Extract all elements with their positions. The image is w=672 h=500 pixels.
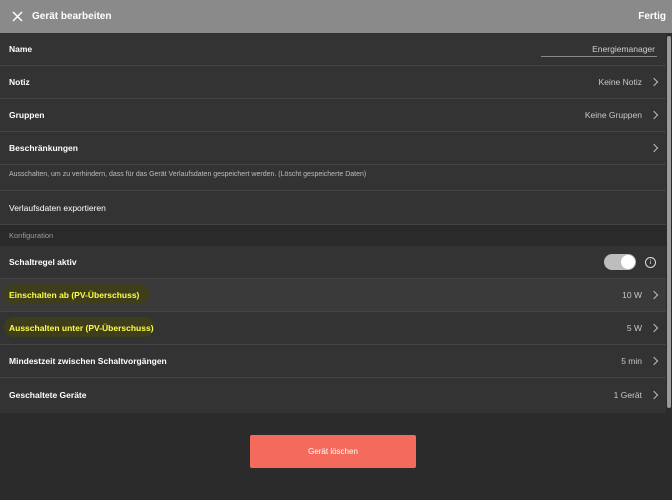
notiz-row[interactable]: Notiz Keine Notiz (0, 66, 666, 99)
chevron-right-icon (649, 290, 659, 300)
chevron-right-icon (649, 110, 659, 120)
schaltregel-label: Schaltregel aktiv (9, 257, 77, 267)
chevron-right-icon (649, 356, 659, 366)
info-icon[interactable]: i (645, 257, 656, 268)
chevron-right-icon (649, 143, 659, 153)
chevron-right-icon (649, 390, 659, 399)
history-description: Ausschalten, um zu verhindern, dass für … (0, 165, 666, 191)
done-button[interactable]: Fertig (638, 11, 666, 22)
einschalten-label: Einschalten ab (PV-Überschuss) (9, 290, 140, 300)
einschalten-row[interactable]: Einschalten ab (PV-Überschuss) 10 W (0, 279, 666, 312)
ausschalten-row[interactable]: Ausschalten unter (PV-Überschuss) 5 W (0, 312, 666, 345)
chevron-right-icon (649, 77, 659, 87)
geschaltete-label: Geschaltete Geräte (9, 389, 87, 400)
mindestzeit-value: 5 min (621, 356, 642, 366)
name-label: Name (9, 44, 33, 54)
name-input[interactable] (541, 42, 657, 57)
top-bar: Gerät bearbeiten Fertig (0, 0, 672, 33)
settings-panel: Name Notiz Keine Notiz Gruppen Keine Gru… (0, 33, 666, 413)
gruppen-row[interactable]: Gruppen Keine Gruppen (0, 99, 666, 132)
delete-device-button[interactable]: Gerät löschen (250, 435, 416, 468)
mindestzeit-label: Mindestzeit zwischen Schaltvorgängen (9, 356, 167, 366)
section-header-konfiguration: Konfiguration (0, 225, 666, 246)
page-title: Gerät bearbeiten (32, 11, 112, 22)
beschraenkungen-label: Beschränkungen (9, 143, 78, 153)
gruppen-label: Gruppen (9, 110, 45, 120)
ausschalten-label: Ausschalten unter (PV-Überschuss) (9, 323, 154, 333)
beschraenkungen-row[interactable]: Beschränkungen (0, 132, 666, 165)
notiz-value: Keine Notiz (598, 77, 642, 87)
footer: Gerät löschen (0, 413, 666, 500)
geschaltete-value: 1 Gerät (613, 389, 642, 400)
gruppen-value: Keine Gruppen (584, 110, 642, 120)
einschalten-value: 10 W (622, 290, 642, 300)
export-row[interactable]: Verlaufsdaten exportieren (0, 191, 666, 225)
chevron-right-icon (649, 323, 659, 333)
scrollbar-thumb[interactable] (667, 36, 671, 408)
name-row: Name (0, 33, 666, 66)
export-label: Verlaufsdaten exportieren (9, 202, 106, 213)
geschaltete-row[interactable]: Geschaltete Geräte 1 Gerät (0, 378, 666, 411)
notiz-label: Notiz (9, 77, 30, 87)
close-button[interactable] (7, 7, 27, 27)
schaltregel-row: Schaltregel aktiv i (0, 246, 666, 279)
schaltregel-toggle[interactable] (604, 254, 636, 270)
ausschalten-value: 5 W (626, 323, 642, 333)
mindestzeit-row[interactable]: Mindestzeit zwischen Schaltvorgängen 5 m… (0, 345, 666, 378)
close-icon (12, 11, 22, 22)
toggle-knob (621, 255, 635, 269)
